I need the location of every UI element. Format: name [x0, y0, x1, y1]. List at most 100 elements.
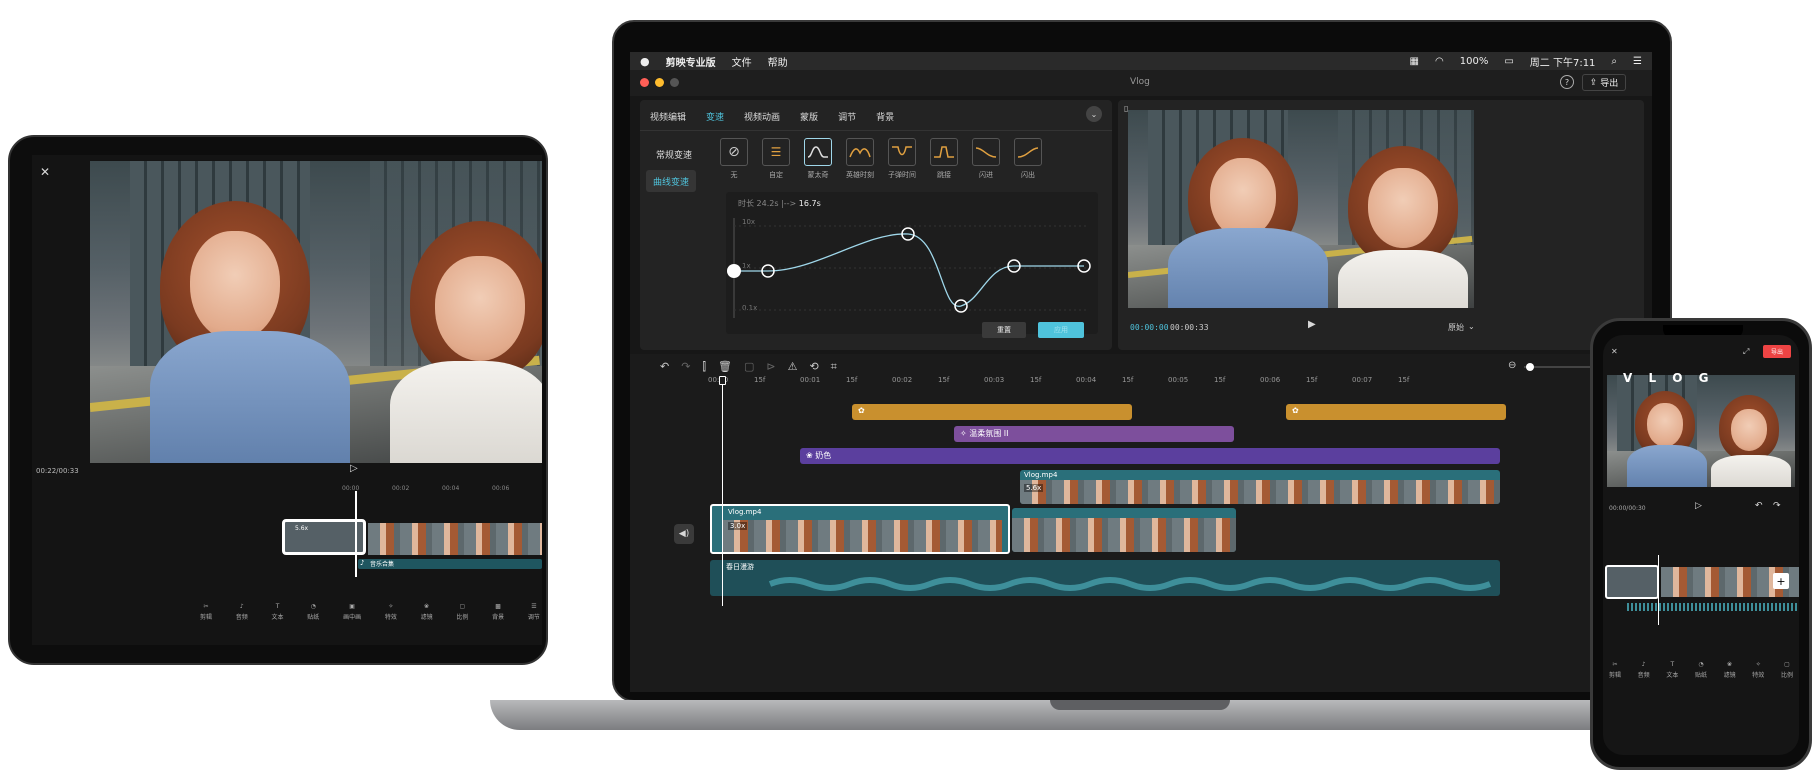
tab-adjust[interactable]: 调节 — [838, 110, 856, 123]
mirror-icon[interactable]: ⚠ — [788, 360, 798, 374]
reverse-icon[interactable]: ⊳ — [766, 360, 775, 374]
side-tab-curve-speed[interactable]: 曲线变速 — [646, 170, 696, 192]
preset-bullet[interactable]: 子弹时间 — [888, 138, 916, 180]
play-icon[interactable]: ▷ — [350, 463, 358, 474]
tab-speed[interactable]: 变速 — [706, 110, 724, 123]
apple-icon[interactable]: ● — [640, 55, 650, 68]
rotate-icon[interactable]: ⟲ — [809, 360, 818, 374]
effect-clip[interactable]: ✧ 温柔氛围 II — [954, 426, 1234, 442]
menu-help[interactable]: 帮助 — [768, 54, 788, 69]
menu-app[interactable]: 剪映专业版 — [666, 54, 716, 69]
tool-audio[interactable]: ♪ 音频 — [236, 603, 248, 627]
phone-tool-text[interactable]: T 文本 — [1666, 661, 1678, 679]
phone-playhead[interactable] — [1658, 555, 1659, 625]
minimize-window-button[interactable] — [655, 78, 664, 87]
side-tab-normal-speed[interactable]: 常规变速 — [656, 148, 692, 161]
redo-icon[interactable]: ↷ — [1773, 501, 1781, 511]
preset-none[interactable]: ⊘ 无 — [720, 138, 748, 180]
audio-clip-name: 春日漫游 — [726, 563, 754, 571]
preset-custom[interactable]: ☰ 自定 — [762, 138, 790, 180]
play-icon[interactable]: ▷ — [1695, 501, 1702, 511]
video-clip-1-tail[interactable] — [1012, 508, 1236, 552]
sticker-clip-2[interactable]: ✿ — [1286, 404, 1506, 420]
tablet-video-track[interactable] — [368, 523, 542, 555]
tool-pip[interactable]: ▣ 画中画 — [343, 603, 361, 627]
preset-montage[interactable]: 蒙太奇 — [804, 138, 832, 180]
phone-selected-clip[interactable] — [1605, 565, 1659, 599]
crop-icon[interactable]: ⌗ — [831, 360, 837, 374]
chevron-down-icon[interactable]: ⌄ — [1086, 106, 1102, 122]
add-clip-button[interactable]: + — [1773, 573, 1789, 589]
preset-hero[interactable]: 英雄时刻 — [846, 138, 874, 180]
tool-background[interactable]: ▩ 背景 — [492, 603, 504, 627]
close-icon[interactable]: ✕ — [1611, 347, 1618, 356]
ratio-select[interactable]: 原始 — [1448, 322, 1464, 333]
tablet-screen: ✕ 00:22/00:33 ▷ 00:00 00:02 00:04 00:06 … — [32, 155, 542, 645]
phone-audio-track[interactable] — [1627, 603, 1799, 611]
zoom-slider-thumb[interactable] — [1526, 363, 1534, 371]
playhead-handle[interactable] — [719, 376, 726, 385]
tablet-playhead[interactable] — [355, 491, 357, 577]
maximize-window-button[interactable] — [670, 78, 679, 87]
close-window-button[interactable] — [640, 78, 649, 87]
export-button[interactable]: ⇪ 导出 — [1582, 74, 1626, 91]
tool-sticker[interactable]: ◔ 贴纸 — [307, 603, 319, 627]
phone-tool-cut[interactable]: ✂ 剪辑 — [1609, 661, 1621, 679]
delete-icon[interactable]: 🗑 — [718, 360, 732, 374]
phone-tool-sticker[interactable]: ◔ 贴纸 — [1695, 661, 1707, 679]
tablet-audio-track[interactable]: ♪ 音乐合集 — [358, 559, 542, 569]
help-icon[interactable]: ? — [1560, 75, 1574, 89]
fullscreen-icon[interactable]: ⤢ — [1743, 347, 1749, 357]
tablet-selected-clip[interactable]: 5.6x — [282, 519, 366, 555]
tab-background[interactable]: 背景 — [876, 110, 894, 123]
filter-clip[interactable]: ❀ 奶色 — [800, 448, 1500, 464]
phone-device: ✕ ⤢ 导出 V L O G 00:00/00:30 ▷ ↶ ↷ + ✂ 剪辑 ♪… — [1590, 318, 1812, 770]
phone-export-button[interactable]: 导出 — [1763, 345, 1791, 358]
split-icon[interactable]: ⫿ — [702, 360, 706, 374]
tool-text[interactable]: T 文本 — [272, 603, 284, 627]
wifi-icon[interactable]: ◠ — [1435, 56, 1444, 67]
tab-video-edit[interactable]: 视频编辑 — [650, 110, 686, 123]
audio-clip[interactable]: 春日漫游 — [710, 560, 1500, 596]
music-icon: ♪ — [239, 603, 244, 610]
tab-mask[interactable]: 蒙版 — [800, 110, 818, 123]
tool-filter[interactable]: ❀ 滤镜 — [421, 603, 433, 627]
video-clip-2[interactable]: Vlog.mp4 5.6x — [1020, 470, 1500, 504]
tab-video-animation[interactable]: 视频动画 — [744, 110, 780, 123]
ruler-tick: 15f — [846, 376, 858, 384]
zoom-out-icon[interactable]: ⊖ — [1508, 360, 1516, 371]
ruler-tick: 15f — [1398, 376, 1410, 384]
close-icon[interactable]: ✕ — [38, 165, 52, 179]
tool-adjust[interactable]: ☰ 调节 — [528, 603, 540, 627]
phone-tool-audio[interactable]: ♪ 音频 — [1638, 661, 1650, 679]
menu-file[interactable]: 文件 — [732, 54, 752, 69]
battery-icon[interactable]: ▭ — [1504, 56, 1513, 67]
chevron-down-icon[interactable]: ⌄ — [1468, 322, 1475, 331]
speaker-icon[interactable]: ◀) — [674, 524, 694, 544]
tool-effect[interactable]: ✧ 特效 — [385, 603, 397, 627]
preset-jump[interactable]: 跳接 — [930, 138, 958, 180]
undo-icon[interactable]: ↶ — [1755, 501, 1763, 511]
speed-curve[interactable] — [726, 192, 1098, 334]
list-icon[interactable]: ☰ — [1633, 56, 1642, 67]
curve-hero-icon — [849, 148, 871, 158]
redo-icon[interactable]: ↷ — [681, 360, 690, 374]
preset-flash-out[interactable]: 闪出 — [1014, 138, 1042, 180]
search-icon[interactable]: ⌕ — [1611, 56, 1617, 67]
control-center-icon[interactable]: ▦ — [1410, 56, 1419, 67]
play-icon[interactable]: ▶ — [1308, 319, 1316, 330]
preset-flash-in[interactable]: 闪进 — [972, 138, 1000, 180]
timeline-playhead[interactable] — [719, 376, 726, 606]
undo-icon[interactable]: ↶ — [660, 360, 669, 374]
phone-tool-effect[interactable]: ✧ 特效 — [1752, 661, 1764, 679]
sticker-clip-1[interactable]: ✿ — [852, 404, 1132, 420]
tool-ratio[interactable]: ▢ 比例 — [456, 603, 468, 627]
freeze-icon[interactable]: ▢ — [744, 360, 754, 374]
phone-tool-filter[interactable]: ❀ 滤镜 — [1724, 661, 1736, 679]
apply-button[interactable]: 应用 — [1038, 322, 1084, 338]
phone-tool-ratio[interactable]: ▢ 比例 — [1781, 661, 1793, 679]
reset-button[interactable]: 重置 — [982, 322, 1026, 338]
tool-cut[interactable]: ✂ 剪辑 — [200, 603, 212, 627]
video-clip-1[interactable]: Vlog.mp4 3.0x — [710, 504, 1010, 554]
ruler-tick: 00:07 — [1352, 376, 1373, 384]
